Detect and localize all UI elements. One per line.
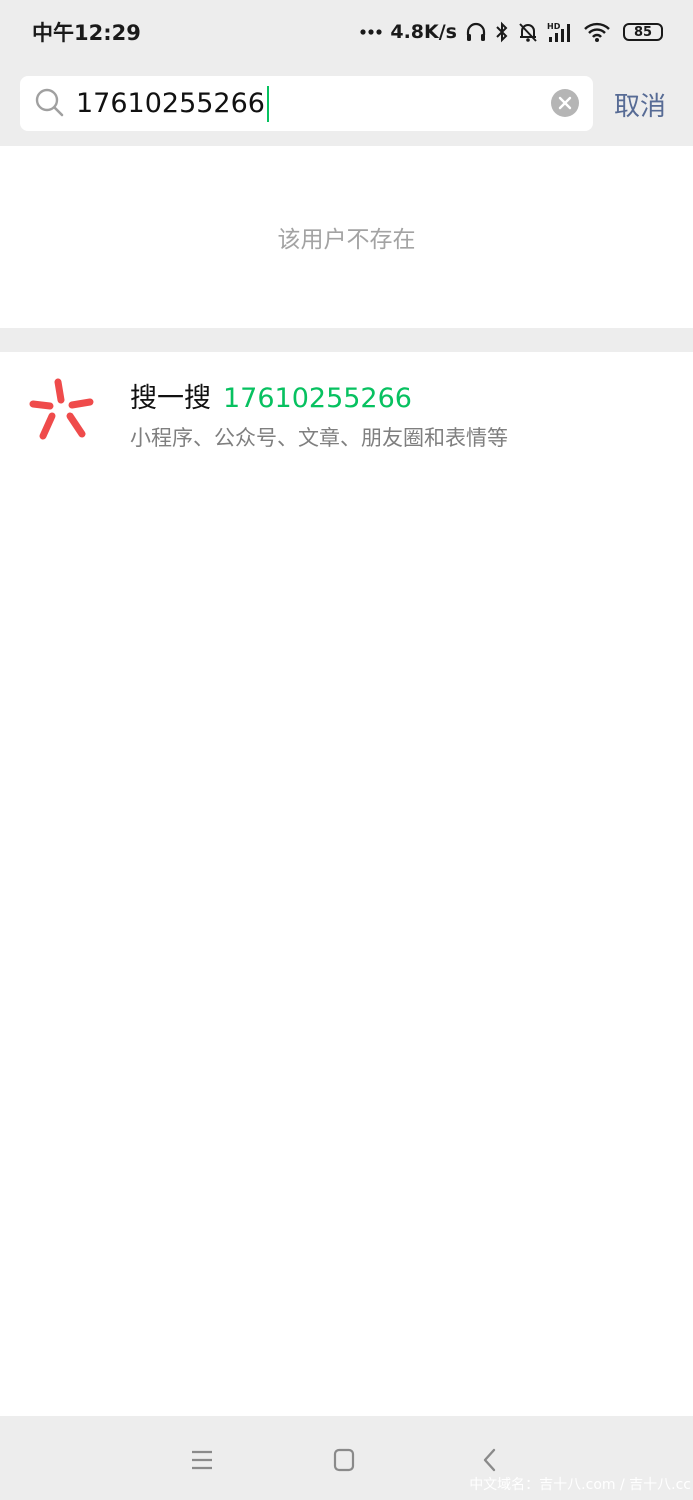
search-box[interactable]: 17610255266: [20, 76, 593, 131]
battery-icon: 85: [623, 23, 663, 41]
no-user-message: 该用户不存在: [277, 227, 416, 253]
search-icon: [34, 87, 64, 121]
sousou-label: 搜一搜: [130, 383, 211, 414]
no-user-section: 该用户不存在: [0, 146, 693, 328]
network-speed: 4.8K/s: [390, 21, 457, 43]
clear-icon[interactable]: [551, 89, 579, 117]
svg-text:HD: HD: [547, 22, 561, 31]
system-nav-bar: 中文域名：吉十八.com / 吉十八.cc: [0, 1416, 693, 1500]
search-header: 17610255266 取消: [0, 64, 693, 146]
text-caret: [266, 85, 269, 122]
status-time: 中午12:29: [32, 21, 141, 45]
sousou-keyword: 17610255266: [223, 383, 412, 414]
section-divider: [0, 328, 693, 352]
back-icon[interactable]: [476, 1446, 504, 1474]
wifi-icon: [583, 21, 611, 43]
status-icons: 4.8K/s HD 85: [360, 21, 663, 43]
sousou-title: 搜一搜 17610255266: [130, 376, 412, 415]
cancel-button[interactable]: 取消: [614, 86, 666, 123]
search-query: 17610255266: [76, 88, 265, 119]
search-input[interactable]: 17610255266: [76, 85, 269, 122]
menu-icon[interactable]: [188, 1446, 216, 1474]
watermark-text: 中文域名：吉十八.com / 吉十八.cc: [469, 1477, 691, 1493]
sousou-icon: [28, 378, 96, 442]
bell-muted-icon: [517, 21, 539, 43]
headphones-icon: [465, 21, 487, 43]
sousou-result-row[interactable]: 搜一搜 17610255266 小程序、公众号、文章、朋友圈和表情等: [0, 352, 693, 462]
dots-icon: [360, 28, 382, 36]
bluetooth-icon: [495, 21, 509, 43]
sousou-subtitle: 小程序、公众号、文章、朋友圈和表情等: [130, 426, 508, 450]
hd-signal-icon: HD: [547, 21, 575, 43]
home-icon[interactable]: [330, 1446, 358, 1474]
status-bar: 中午12:29 4.8K/s HD 85: [0, 0, 693, 64]
